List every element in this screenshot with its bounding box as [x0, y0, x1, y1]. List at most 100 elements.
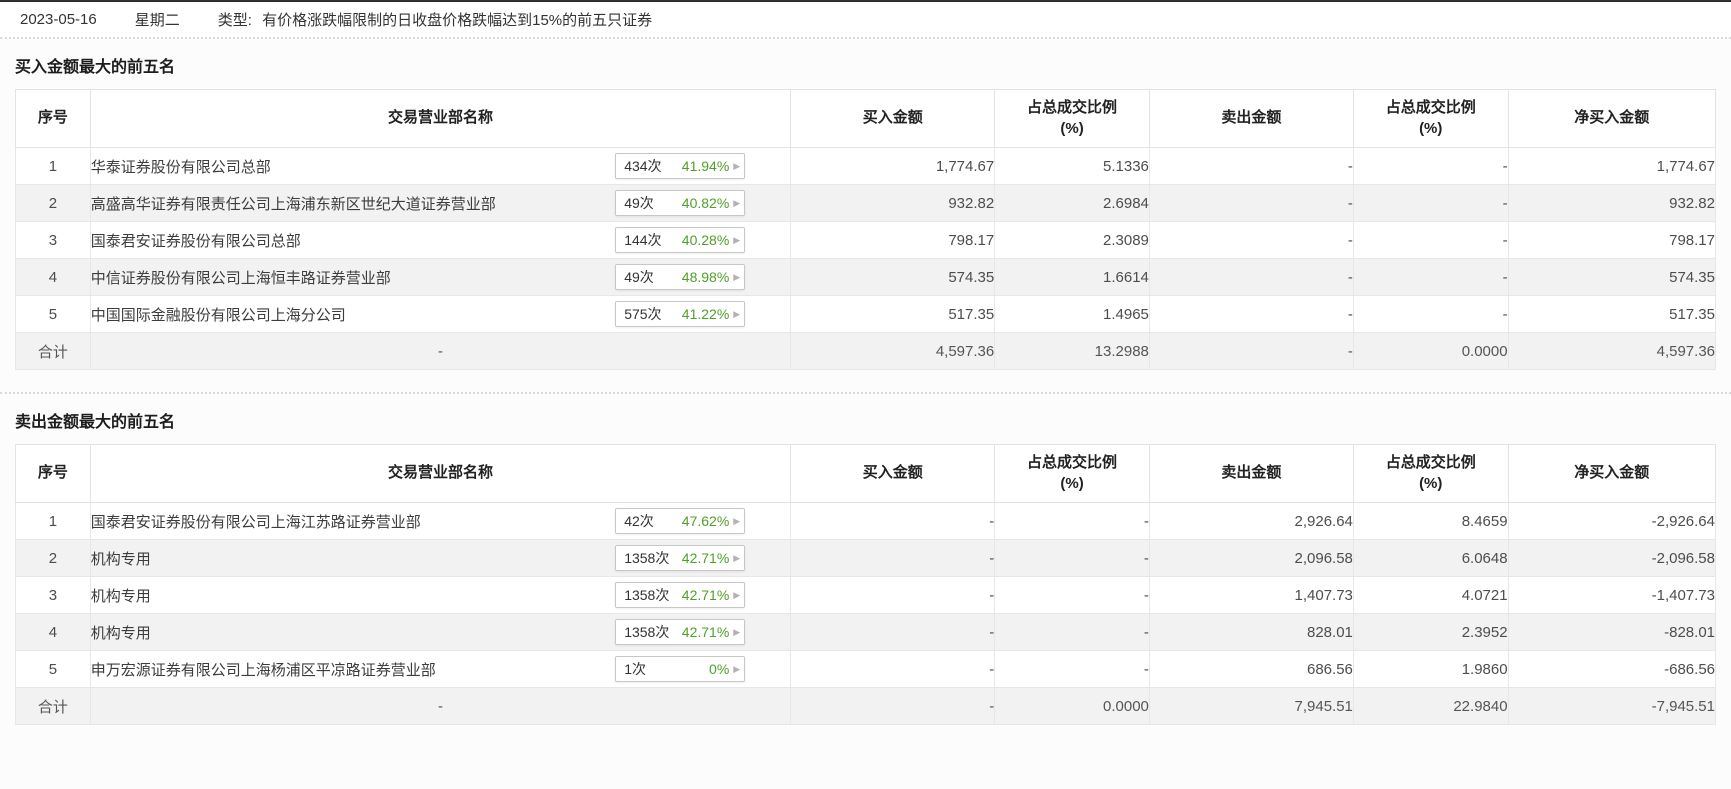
branch-cell: 机构专用 1358次 42.71% ▶ [89, 613, 792, 651]
total-label: 合计 [15, 687, 91, 725]
branch-cell: 高盛高华证券有限责任公司上海浦东新区世纪大道证券营业部 49次 40.82% ▶ [89, 184, 792, 222]
col-header-buy-amount: 买入金额 [790, 89, 996, 148]
trade-count-badge[interactable]: 1358次 42.71% ▶ [615, 545, 746, 571]
net-amount-cell: 798.17 [1507, 221, 1717, 259]
sell-amount-cell: 2,926.64 [1148, 502, 1354, 540]
chevron-right-icon: ▶ [733, 663, 741, 674]
net-amount-cell: 932.82 [1507, 184, 1717, 222]
buy-table: 序号 交易营业部名称 买入金额 占总成交比例 (%) 卖出金额 占总成交比例 (… [15, 89, 1717, 370]
col-header-no: 序号 [15, 89, 91, 148]
table-row: 1 国泰君安证券股份有限公司上海江苏路证券营业部 42次 47.62% ▶ - … [15, 502, 1717, 540]
trade-count-badge[interactable]: 575次 41.22% ▶ [615, 301, 746, 327]
net-amount-cell: 574.35 [1507, 258, 1717, 296]
sell-ratio-cell: - [1352, 295, 1509, 333]
win-rate: 42.71% [681, 587, 730, 603]
col-header-buy-ratio: 占总成交比例 (%) [994, 444, 1150, 503]
table-row: 2 高盛高华证券有限责任公司上海浦东新区世纪大道证券营业部 49次 40.82%… [15, 184, 1717, 222]
net-amount-cell: -828.01 [1507, 613, 1717, 651]
buy-amount-cell: 932.82 [790, 184, 996, 222]
sell-ratio-cell: 1.9860 [1352, 650, 1509, 688]
row-no: 3 [15, 221, 91, 259]
win-rate: 47.62% [681, 513, 730, 529]
col-header-sell-ratio: 占总成交比例 (%) [1352, 444, 1509, 503]
branch-name: 中国国际金融股份有限公司上海分公司 [90, 306, 346, 324]
weekday-text: 星期二 [134, 12, 180, 29]
table-row: 3 国泰君安证券股份有限公司总部 144次 40.28% ▶ 798.17 2.… [15, 221, 1717, 259]
branch-cell: 华泰证券股份有限公司总部 434次 41.94% ▶ [89, 147, 792, 185]
chevron-right-icon: ▶ [733, 234, 741, 245]
buy-amount-cell: - [790, 502, 996, 540]
total-net-amount: -7,945.51 [1507, 687, 1717, 725]
buy-ratio-cell: 2.3089 [994, 221, 1150, 259]
row-no: 2 [15, 539, 91, 577]
sell-amount-cell: - [1148, 184, 1354, 222]
sell-ratio-cell: 6.0648 [1352, 539, 1509, 577]
total-sell-ratio: 0.0000 [1352, 332, 1509, 370]
win-rate: 40.28% [681, 232, 730, 248]
branch-cell: 机构专用 1358次 42.71% ▶ [89, 539, 792, 577]
table-row: 1 华泰证券股份有限公司总部 434次 41.94% ▶ 1,774.67 5.… [15, 147, 1717, 185]
branch-name: 华泰证券股份有限公司总部 [90, 158, 271, 176]
trade-count-badge[interactable]: 49次 48.98% ▶ [615, 264, 746, 290]
trade-count: 49次 [624, 195, 654, 211]
table-row: 2 机构专用 1358次 42.71% ▶ - - 2,096.58 6.064… [15, 539, 1717, 577]
trade-count-badge[interactable]: 434次 41.94% ▶ [615, 153, 746, 179]
total-sell-amount: 7,945.51 [1148, 687, 1354, 725]
sell-ratio-cell: - [1352, 184, 1509, 222]
row-no: 2 [15, 184, 91, 222]
sell-amount-cell: 2,096.58 [1148, 539, 1354, 577]
buy-amount-cell: 574.35 [790, 258, 996, 296]
col-header-buy-amount: 买入金额 [790, 444, 996, 503]
win-rate: 40.82% [681, 195, 730, 211]
sell-ratio-cell: 2.3952 [1352, 613, 1509, 651]
buy-ratio-cell: - [994, 539, 1150, 577]
branch-name: 国泰君安证券股份有限公司总部 [90, 232, 301, 250]
trade-count: 1358次 [624, 550, 670, 566]
total-name: - [89, 332, 792, 370]
buy-amount-cell: - [790, 539, 996, 577]
total-sell-ratio: 22.9840 [1352, 687, 1509, 725]
branch-cell: 机构专用 1358次 42.71% ▶ [89, 576, 792, 614]
total-row: 合计 - - 0.0000 7,945.51 22.9840 -7,945.51 [15, 687, 1717, 725]
win-rate: 42.71% [681, 550, 730, 566]
net-amount-cell: -2,926.64 [1507, 502, 1717, 540]
trade-count-badge[interactable]: 42次 47.62% ▶ [615, 508, 746, 534]
trade-count-badge[interactable]: 1358次 42.71% ▶ [615, 619, 746, 645]
chevron-right-icon: ▶ [733, 589, 741, 600]
total-net-amount: 4,597.36 [1507, 332, 1717, 370]
net-amount-cell: -2,096.58 [1507, 539, 1717, 577]
sell-ratio-cell: - [1352, 258, 1509, 296]
row-no: 4 [15, 258, 91, 296]
buy-table-header-row: 序号 交易营业部名称 买入金额 占总成交比例 (%) 卖出金额 占总成交比例 (… [15, 89, 1717, 148]
total-buy-amount: 4,597.36 [790, 332, 996, 370]
buy-amount-cell: 1,774.67 [790, 147, 996, 185]
branch-name: 机构专用 [90, 550, 151, 568]
buy-ratio-cell: 1.4965 [994, 295, 1150, 333]
sell-amount-cell: 828.01 [1148, 613, 1354, 651]
buy-amount-cell: - [790, 650, 996, 688]
chevron-right-icon: ▶ [733, 515, 741, 526]
col-header-branch-name: 交易营业部名称 [89, 444, 792, 503]
trade-count-badge[interactable]: 49次 40.82% ▶ [615, 190, 746, 216]
trade-count-badge[interactable]: 1次 0% ▶ [615, 656, 746, 682]
trade-count: 1358次 [624, 624, 670, 640]
row-no: 5 [15, 295, 91, 333]
sell-amount-cell: 686.56 [1148, 650, 1354, 688]
date-text: 2023-05-16 [20, 11, 97, 28]
row-no: 4 [15, 613, 91, 651]
branch-name: 申万宏源证券有限公司上海杨浦区平凉路证券营业部 [90, 661, 436, 679]
chevron-right-icon: ▶ [733, 271, 741, 282]
trade-count-badge[interactable]: 1358次 42.71% ▶ [615, 582, 746, 608]
sell-ratio-cell: - [1352, 147, 1509, 185]
branch-name: 高盛高华证券有限责任公司上海浦东新区世纪大道证券营业部 [90, 195, 496, 213]
col-header-branch-name: 交易营业部名称 [89, 89, 792, 148]
trade-count-badge[interactable]: 144次 40.28% ▶ [615, 227, 746, 253]
trade-count: 42次 [624, 513, 654, 529]
sell-ratio-cell: 8.4659 [1352, 502, 1509, 540]
buy-ratio-cell: - [994, 650, 1150, 688]
type-line: 类型: 有价格涨跌幅限制的日收盘价格跌幅达到15%的前五只证券 [218, 9, 652, 30]
branch-cell: 国泰君安证券股份有限公司总部 144次 40.28% ▶ [89, 221, 792, 259]
branch-cell: 中信证券股份有限公司上海恒丰路证券营业部 49次 48.98% ▶ [89, 258, 792, 296]
sell-amount-cell: - [1148, 295, 1354, 333]
trade-count: 1358次 [624, 587, 670, 603]
